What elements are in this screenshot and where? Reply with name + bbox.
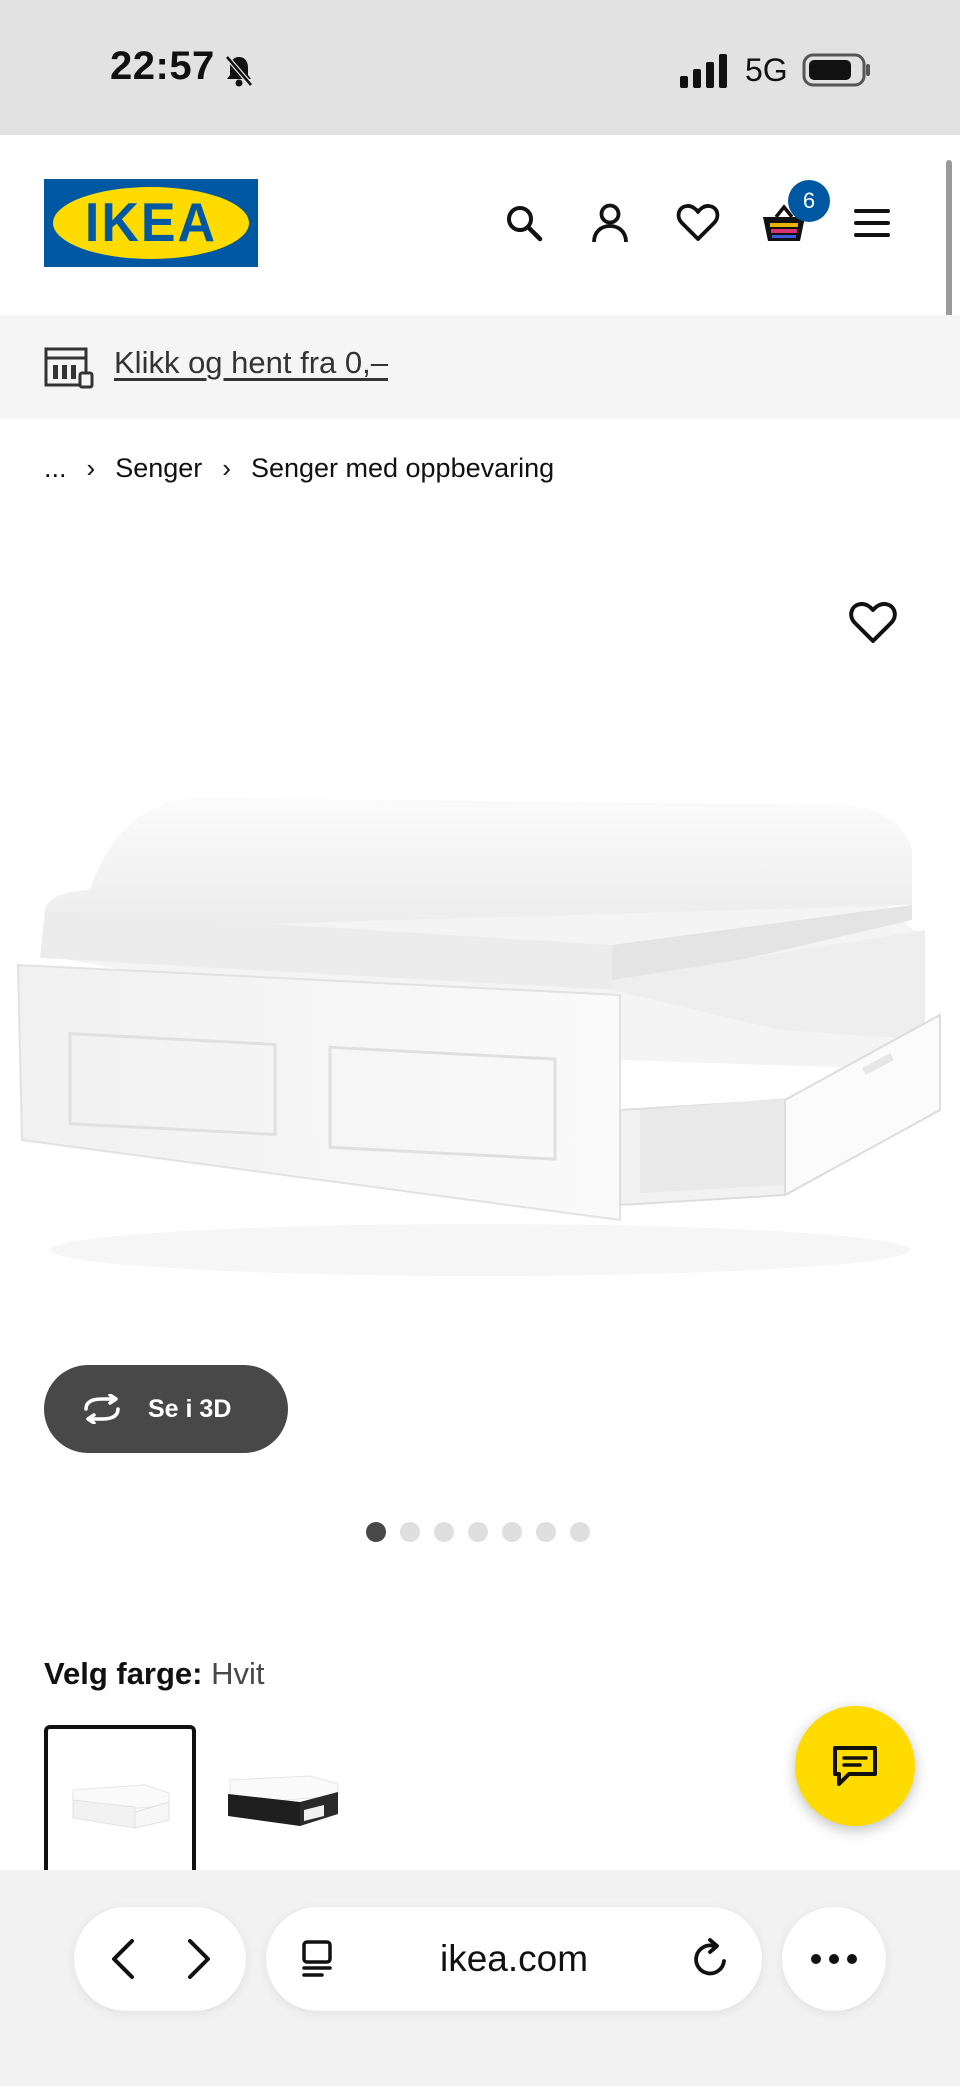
tabs-icon[interactable] xyxy=(298,1939,338,1979)
breadcrumb-item-more[interactable]: ... xyxy=(44,453,67,484)
more-icon xyxy=(811,1954,857,1964)
address-bar[interactable]: ikea.com xyxy=(266,1907,762,2011)
logo-text: IKEA xyxy=(84,192,218,254)
breadcrumb-item-senger-med-oppbevaring[interactable]: Senger med oppbevaring xyxy=(251,453,554,484)
heart-icon[interactable] xyxy=(670,195,726,251)
logo-oval: IKEA xyxy=(53,187,249,259)
black-bed-thumbnail xyxy=(228,1775,339,1826)
status-time: 22:57 xyxy=(110,44,215,88)
chevron-right-icon: › xyxy=(86,452,96,483)
bell-off-icon xyxy=(225,55,253,87)
menu-icon[interactable] xyxy=(844,195,900,251)
carousel-dot[interactable] xyxy=(468,1522,488,1542)
store-icon xyxy=(44,347,94,389)
white-bed-thumbnail xyxy=(72,1784,170,1829)
browser-nav-group xyxy=(74,1907,246,2011)
rotate-3d-icon xyxy=(84,1394,120,1424)
color-swatch-white[interactable] xyxy=(44,1725,196,1871)
view-3d-button[interactable]: Se i 3D xyxy=(44,1365,288,1453)
forward-icon[interactable] xyxy=(178,1937,218,1981)
url-text: ikea.com xyxy=(439,1938,589,1979)
color-swatch-black[interactable] xyxy=(206,1725,358,1871)
account-icon[interactable] xyxy=(582,195,638,251)
carousel-dot[interactable] xyxy=(536,1522,556,1542)
color-label-text: Velg farge: xyxy=(44,1656,203,1691)
chat-icon xyxy=(833,1746,877,1786)
more-options-button[interactable] xyxy=(782,1907,886,2011)
battery-icon xyxy=(802,53,870,87)
carousel-dot[interactable] xyxy=(502,1522,522,1542)
chevron-right-icon: › xyxy=(222,452,231,483)
favourite-heart-icon[interactable] xyxy=(848,600,898,646)
carousel-dot[interactable] xyxy=(400,1522,420,1542)
breadcrumb-item-senger[interactable]: Senger xyxy=(115,453,202,484)
color-picker-label: Velg farge: Hvit xyxy=(44,1656,265,1692)
click-collect-link[interactable]: Klikk og hent fra 0,– xyxy=(114,345,388,381)
carousel-dot[interactable] xyxy=(366,1522,386,1542)
chat-button[interactable] xyxy=(795,1706,915,1826)
back-icon[interactable] xyxy=(104,1937,144,1981)
view-3d-label: Se i 3D xyxy=(148,1394,232,1423)
reload-icon[interactable] xyxy=(690,1937,732,1981)
breadcrumb: ... › Senger › Senger med oppbevaring xyxy=(44,448,554,488)
carousel-dot[interactable] xyxy=(434,1522,454,1542)
image-carousel-dots xyxy=(366,1522,590,1542)
signal-icon xyxy=(680,54,727,88)
carousel-dot[interactable] xyxy=(570,1522,590,1542)
status-bar: 22:57 5G xyxy=(0,0,960,135)
click-collect-banner: Klikk og hent fra 0,– xyxy=(0,315,960,419)
network-label: 5G xyxy=(745,52,788,88)
color-value: Hvit xyxy=(211,1656,265,1691)
cart-count-badge: 6 xyxy=(788,180,830,222)
ikea-logo[interactable]: IKEA xyxy=(44,179,258,267)
site-header: IKEA xyxy=(0,135,960,315)
search-icon[interactable] xyxy=(496,195,552,251)
product-image-bed[interactable] xyxy=(0,780,960,1380)
